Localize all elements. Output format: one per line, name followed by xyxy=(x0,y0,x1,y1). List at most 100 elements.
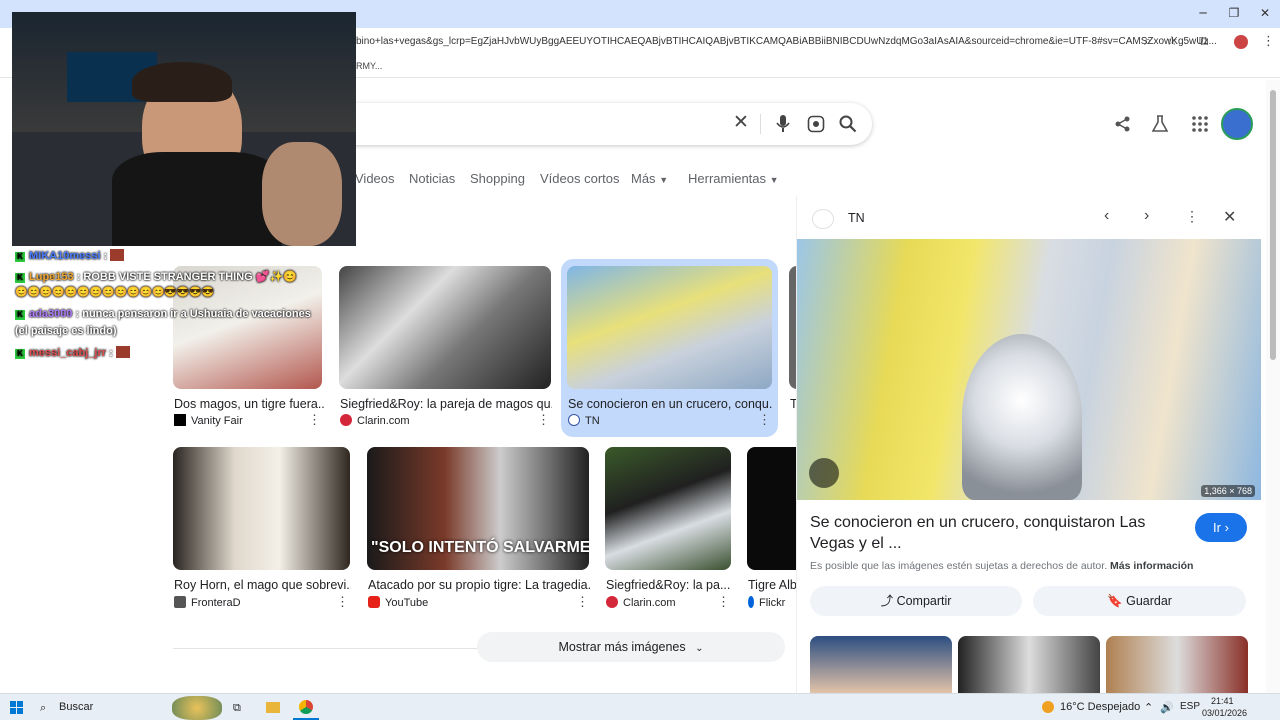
labs-flask-icon[interactable] xyxy=(1152,115,1168,133)
zoom-icon[interactable]: ⌕ xyxy=(1144,34,1151,49)
tab-tools[interactable]: Herramientas ▼ xyxy=(688,171,779,186)
extensions-icon[interactable]: ⧉ xyxy=(1199,34,1208,49)
tab-tools-label: Herramientas xyxy=(688,171,767,186)
image-result[interactable]: Tigre Albi Flickr xyxy=(747,447,796,612)
speaker-icon[interactable]: 🔊 xyxy=(1160,701,1174,714)
show-more-images-button[interactable]: Mostrar más imágenes ⌄ xyxy=(477,632,785,662)
streamer-body xyxy=(112,152,282,246)
result-title[interactable]: Siegfried&Roy: la pa... xyxy=(606,578,732,592)
related-image[interactable] xyxy=(1106,636,1248,693)
result-title[interactable]: Se conocieron en un crucero, conqu... xyxy=(568,397,773,411)
related-image[interactable] xyxy=(958,636,1100,693)
google-account-avatar[interactable] xyxy=(1221,108,1253,140)
clock-date[interactable]: 03/01/2026 xyxy=(1202,708,1247,718)
more-info-link[interactable]: Más información xyxy=(1110,560,1193,572)
result-thumbnail[interactable] xyxy=(747,447,796,570)
file-explorer-icon[interactable] xyxy=(266,702,280,713)
language-indicator[interactable]: ESP xyxy=(1180,701,1200,712)
result-source[interactable]: Clarin.com xyxy=(606,596,676,609)
result-more-icon[interactable]: ⋮ xyxy=(336,594,349,610)
result-source[interactable]: Flickr xyxy=(748,596,785,609)
previous-icon[interactable]: ‹ xyxy=(1104,207,1109,225)
result-title[interactable]: Tigre Albi xyxy=(748,578,796,592)
screen: ─ ❐ ✕ bino+las+vegas&gs_lcrp=EgZjaHJvbWU… xyxy=(0,0,1280,720)
taskbar-search-icon[interactable]: ⌕ xyxy=(40,701,46,715)
kick-badge-icon: K xyxy=(15,273,25,283)
result-more-icon[interactable]: ⋮ xyxy=(537,412,550,428)
chrome-taskbar-icon[interactable] xyxy=(299,700,313,714)
minimize-icon[interactable]: ─ xyxy=(1188,6,1218,20)
result-title[interactable]: Dos magos, un tigre fuera... xyxy=(174,397,324,411)
scrollbar-thumb[interactable] xyxy=(1270,90,1276,360)
panel-title[interactable]: Se conocieron en un crucero, conquistaro… xyxy=(810,512,1188,554)
copyright-notice: Es posible que las imágenes estén sujeta… xyxy=(810,560,1250,572)
image-result[interactable]: Roy Horn, el mago que sobrevi... Fronter… xyxy=(173,447,351,612)
lens-search-icon[interactable] xyxy=(807,115,825,133)
close-panel-icon[interactable]: ✕ xyxy=(1223,207,1236,227)
result-thumbnail[interactable] xyxy=(339,266,551,389)
result-thumbnail[interactable] xyxy=(789,266,796,389)
image-result[interactable]: Siegfried&Roy: la pa... Clarin.com ⋮ xyxy=(605,447,731,612)
visit-label: Ir xyxy=(1213,520,1221,535)
result-source[interactable]: FronteraD xyxy=(174,596,241,609)
result-source[interactable]: Vanity Fair xyxy=(174,414,243,427)
apps-grid-icon[interactable] xyxy=(1192,116,1208,132)
image-result[interactable]: T xyxy=(789,266,796,431)
bookmark-item[interactable]: RMY... xyxy=(356,61,382,71)
share-icon[interactable] xyxy=(1115,116,1131,132)
result-more-icon[interactable]: ⋮ xyxy=(308,412,321,428)
save-button[interactable]: 🔖 Guardar xyxy=(1033,586,1246,616)
search-icon[interactable] xyxy=(839,115,857,133)
related-image[interactable] xyxy=(810,636,952,693)
result-more-icon[interactable]: ⋮ xyxy=(758,412,771,428)
tab-news[interactable]: Noticias xyxy=(409,171,455,186)
result-thumbnail[interactable] xyxy=(173,266,322,389)
result-title[interactable]: Siegfried&Roy: la pareja de magos qu... xyxy=(340,397,552,411)
result-source[interactable]: TN xyxy=(568,414,600,427)
weather-text[interactable]: 16°C Despejado xyxy=(1060,701,1140,713)
result-source[interactable]: YouTube xyxy=(368,596,428,609)
image-result[interactable]: "SOLO INTENTÓ SALVARME" Atacado por su p… xyxy=(367,447,590,612)
panel-source[interactable]: TN xyxy=(848,211,865,225)
tray-chevron-icon[interactable]: ⌃ xyxy=(1144,701,1153,714)
clock-time[interactable]: 21:41 xyxy=(1211,696,1234,706)
chevron-down-icon: ⌄ xyxy=(695,643,704,654)
chat-username: ada3000 xyxy=(29,308,73,320)
image-result-selected[interactable]: Se conocieron en un crucero, conqu... TN… xyxy=(567,266,773,431)
thumbnail-caption: "SOLO INTENTÓ SALVARME" xyxy=(371,539,589,556)
next-icon[interactable]: › xyxy=(1144,207,1149,225)
voice-search-icon[interactable] xyxy=(776,115,790,133)
share-button[interactable]: ⤴ Compartir xyxy=(810,586,1022,616)
result-title[interactable]: Atacado por su propio tigre: La tragedia… xyxy=(368,578,590,592)
preview-image[interactable]: 1,366 × 768 xyxy=(797,239,1261,500)
panel-more-icon[interactable]: ⋮ xyxy=(1185,208,1199,225)
tab-more[interactable]: Más ▼ xyxy=(631,171,668,186)
tab-short-videos[interactable]: Vídeos cortos xyxy=(540,171,620,186)
chrome-profile-icon[interactable] xyxy=(1234,35,1248,49)
result-more-icon[interactable]: ⋮ xyxy=(717,594,730,610)
result-more-icon[interactable]: ⋮ xyxy=(576,594,589,610)
tab-shopping[interactable]: Shopping xyxy=(470,171,525,186)
clear-search-icon[interactable]: ✕ xyxy=(733,111,749,133)
result-thumbnail[interactable] xyxy=(173,447,350,570)
result-thumbnail[interactable]: "SOLO INTENTÓ SALVARME" xyxy=(367,447,589,570)
result-thumbnail[interactable] xyxy=(605,447,731,570)
taskbar-search[interactable]: Buscar xyxy=(59,701,93,713)
bookmark-star-icon[interactable]: ☆ xyxy=(1166,34,1178,49)
widgets-icon[interactable] xyxy=(172,696,222,720)
search-box[interactable]: ✕ xyxy=(330,103,872,145)
result-thumbnail[interactable] xyxy=(567,266,772,389)
image-result[interactable]: Siegfried&Roy: la pareja de magos qu... … xyxy=(339,266,552,431)
result-source[interactable]: Clarin.com xyxy=(340,414,410,427)
tab-videos[interactable]: Videos xyxy=(355,171,395,186)
task-view-icon[interactable]: ⧉ xyxy=(233,701,241,715)
chrome-menu-icon[interactable]: ⋮ xyxy=(1262,34,1275,49)
result-title[interactable]: Roy Horn, el mago que sobrevi... xyxy=(174,578,351,592)
restore-icon[interactable]: ❐ xyxy=(1219,6,1249,20)
visit-button[interactable]: Ir › xyxy=(1195,513,1247,542)
lens-icon[interactable] xyxy=(809,458,839,488)
url-text[interactable]: bino+las+vegas&gs_lcrp=EgZjaHJvbWUyBggAE… xyxy=(356,36,1217,47)
close-window-icon[interactable]: ✕ xyxy=(1250,6,1280,20)
chat-text: : xyxy=(109,347,113,359)
windows-start-icon[interactable] xyxy=(10,701,23,714)
